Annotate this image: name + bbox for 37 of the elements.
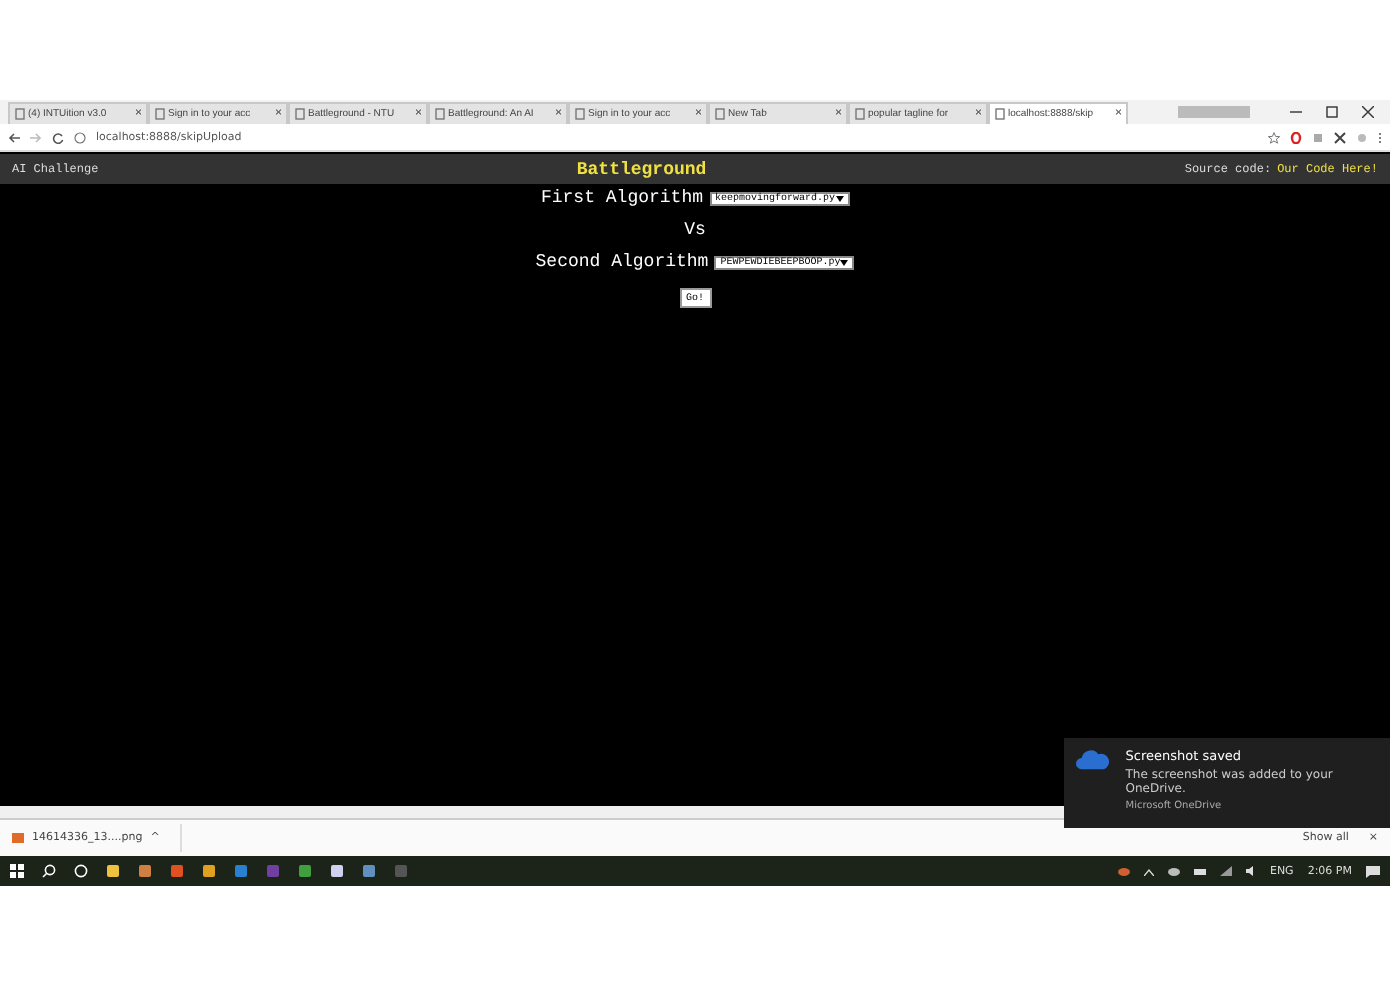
field-label: Second Algorithm xyxy=(535,252,709,272)
info-icon xyxy=(74,131,86,143)
field-label: First Algorithm xyxy=(540,188,703,208)
maximize-icon[interactable] xyxy=(1326,106,1338,118)
app-icon[interactable] xyxy=(138,864,152,878)
page-icon xyxy=(154,108,166,120)
app-icon[interactable] xyxy=(106,864,120,878)
app-icon[interactable] xyxy=(202,864,216,878)
versus-label: Vs xyxy=(684,220,706,240)
page-icon xyxy=(574,108,586,120)
reload-icon[interactable] xyxy=(52,131,64,143)
opera-icon[interactable] xyxy=(1290,131,1302,143)
dropdown-arrow-icon xyxy=(835,195,843,201)
star-icon[interactable] xyxy=(1268,131,1280,143)
notification-icon[interactable] xyxy=(1366,865,1380,877)
page-icon xyxy=(714,108,726,120)
page-title: Battleground xyxy=(576,159,707,179)
image-file-icon xyxy=(12,832,24,844)
x-icon[interactable] xyxy=(1334,131,1346,143)
page-icon xyxy=(994,108,1006,120)
dropdown-arrow-icon xyxy=(840,259,849,265)
app-icon[interactable] xyxy=(362,864,376,878)
page-icon xyxy=(14,108,26,120)
minimize-icon[interactable] xyxy=(1290,106,1302,118)
task-view-icon[interactable] xyxy=(74,864,88,878)
page-icon xyxy=(854,108,866,120)
page-icon xyxy=(434,108,446,120)
search-icon[interactable] xyxy=(42,864,56,878)
back-icon[interactable] xyxy=(8,131,20,143)
caret-icon[interactable] xyxy=(1143,867,1154,875)
windows-logo-icon[interactable] xyxy=(10,864,24,878)
battery-icon[interactable] xyxy=(1193,867,1206,875)
app-icon[interactable] xyxy=(298,864,312,878)
page-icon xyxy=(294,108,306,120)
app-icon[interactable] xyxy=(330,864,344,878)
speaker-icon[interactable] xyxy=(1245,866,1256,876)
close-icon[interactable] xyxy=(1362,106,1374,118)
